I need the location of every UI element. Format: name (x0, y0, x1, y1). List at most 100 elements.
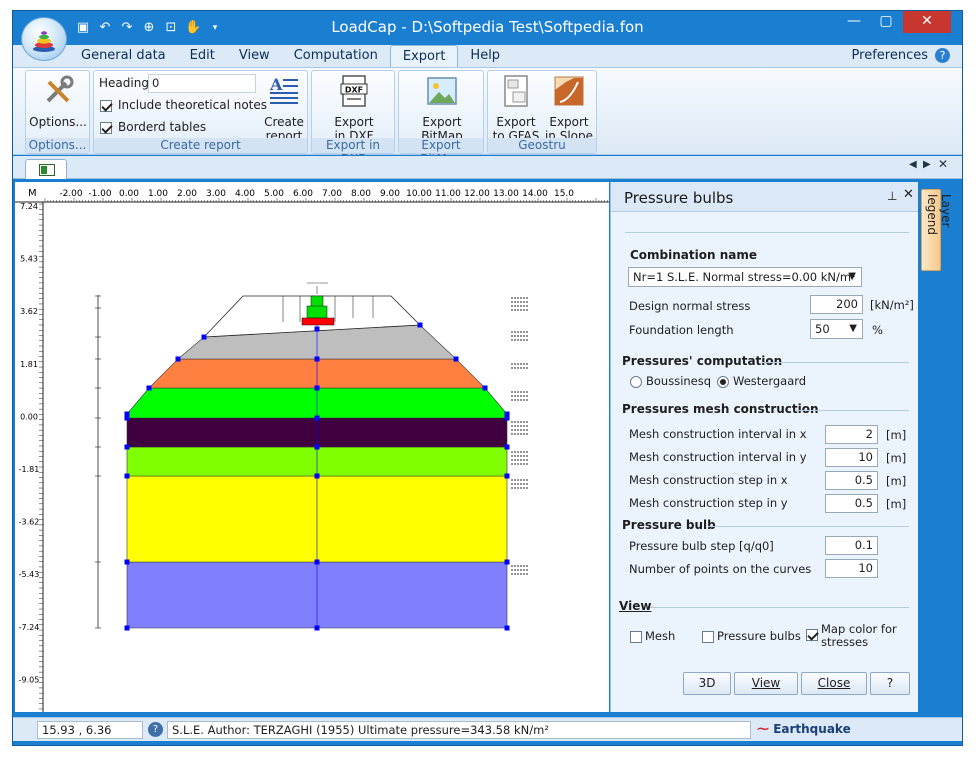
zoom-in-icon[interactable]: ⊕ (141, 20, 157, 36)
tab-edit[interactable]: Edit (178, 45, 227, 67)
close-button[interactable]: ✕ (903, 11, 951, 33)
tab-export[interactable]: Export (389, 45, 459, 67)
mesh-node[interactable] (482, 385, 488, 391)
create-report-button[interactable]: A Create report (262, 74, 306, 143)
foundation-base[interactable] (301, 317, 335, 326)
save-icon[interactable]: ▣ (75, 20, 91, 36)
export-slope-button[interactable]: Export in Slope (543, 74, 595, 143)
tab-general-data[interactable]: General data (69, 45, 178, 67)
mesh-node[interactable] (504, 473, 510, 479)
mesh-node[interactable] (314, 625, 320, 631)
mesh-node[interactable] (504, 559, 510, 565)
3d-button[interactable]: 3D (683, 672, 731, 695)
pin-icon[interactable]: ⊥ (887, 189, 897, 203)
divider (625, 232, 909, 233)
mesh-node[interactable] (504, 415, 510, 421)
bulb-row-input[interactable]: 10 (825, 559, 878, 578)
heading-input[interactable]: 0 (148, 74, 256, 93)
geostru-group-label: Geostru (488, 138, 596, 153)
mesh-node[interactable] (175, 356, 181, 362)
mesh-node[interactable] (314, 385, 320, 391)
x-ruler-label: 8.00 (351, 189, 371, 199)
mesh-node[interactable] (314, 473, 320, 479)
mesh-node[interactable] (314, 559, 320, 565)
design-stress-input[interactable]: 200 (810, 295, 863, 314)
mesh-row-input[interactable]: 10 (825, 448, 878, 467)
heading-label: Heading (99, 76, 149, 90)
mesh-node[interactable] (314, 415, 320, 421)
mesh-node[interactable] (417, 322, 423, 328)
export-bitmap-button[interactable]: Export BitMap (411, 74, 473, 143)
foundation-footing[interactable] (306, 305, 328, 319)
maximize-button[interactable]: ▢ (871, 11, 901, 33)
x-ruler-label: 9.00 (380, 189, 400, 199)
westergaard-radio[interactable]: Westergaard (717, 374, 806, 388)
drawing-canvas[interactable]: M -2.00 -1.00 0.00 1.00 2.00 3.00 4.00 5.00 6.00… (15, 182, 609, 712)
design-stress-label: Design normal stress (629, 299, 751, 313)
tab-help[interactable]: Help (458, 45, 512, 67)
foundation-length-label: Foundation length (629, 323, 734, 337)
tab-scroll-left-icon[interactable]: ◀ (909, 159, 917, 170)
undo-icon[interactable]: ↶ (97, 20, 113, 36)
mesh-node[interactable] (314, 444, 320, 450)
foundation-length-select[interactable]: 50 ▼ (810, 319, 863, 339)
help-icon[interactable]: ? (935, 48, 950, 63)
tab-close-icon[interactable]: ✕ (938, 157, 948, 171)
mesh-node[interactable] (314, 326, 320, 332)
mesh-node[interactable] (453, 356, 459, 362)
mesh-node[interactable] (504, 625, 510, 631)
bordered-tables-checkbox[interactable]: Borderd tables (100, 120, 206, 134)
mesh-row-input[interactable]: 0.5 (825, 471, 878, 490)
boussinesq-radio[interactable]: Boussinesq (630, 374, 711, 388)
status-message: S.L.E. Author: TERZAGHI (1955) Ultimate … (167, 721, 751, 739)
mesh-node[interactable] (124, 444, 130, 450)
mesh-row-input[interactable]: 2 (825, 425, 878, 444)
mesh-node[interactable] (124, 473, 130, 479)
zoom-window-icon[interactable]: ⊡ (163, 20, 179, 36)
mesh-node[interactable] (146, 385, 152, 391)
app-menu-button[interactable] (21, 17, 67, 61)
mesh-node[interactable] (201, 334, 207, 340)
options-button[interactable]: Options... (29, 74, 87, 129)
panel-header: Pressure bulbs ⊥ ✕ (611, 182, 918, 212)
layer-label-marks (511, 297, 529, 575)
close-panel-button[interactable]: Close (801, 672, 867, 695)
bulb-row-input[interactable]: 0.1 (825, 536, 878, 555)
soil-section-drawing[interactable]: M -2.00 -1.00 0.00 1.00 2.00 3.00 4.00 5.00 6.00… (15, 182, 609, 712)
qat-dropdown-icon[interactable]: ▾ (207, 20, 223, 36)
view-header: View (619, 599, 652, 613)
redo-icon[interactable]: ↷ (119, 20, 135, 36)
mesh-row-input[interactable]: 0.5 (825, 494, 878, 513)
x-ruler-label: 4.00 (235, 189, 255, 199)
pressure-bulbs-checkbox[interactable]: Pressure bulbs (702, 629, 801, 643)
mesh-node[interactable] (124, 559, 130, 565)
tab-computation[interactable]: Computation (282, 45, 390, 67)
divider (650, 607, 909, 608)
export-gfas-button[interactable]: Export to GFAS (491, 74, 541, 143)
panel-close-icon[interactable]: ✕ (903, 187, 914, 202)
minimize-button[interactable]: — (839, 11, 869, 33)
view-button[interactable]: View (734, 672, 798, 695)
pan-hand-icon[interactable]: ✋ (185, 20, 201, 36)
mesh-node[interactable] (504, 444, 510, 450)
mesh-checkbox[interactable]: Mesh (630, 629, 675, 643)
mesh-node[interactable] (314, 356, 320, 362)
export-dxf-button[interactable]: DXF Export in DXF (324, 74, 384, 143)
include-notes-checkbox[interactable]: Include theoretical notes (100, 98, 267, 112)
mesh-node[interactable] (124, 625, 130, 631)
quick-access-toolbar: ▣ ↶ ↷ ⊕ ⊡ ✋ ▾ (75, 20, 223, 36)
document-tab[interactable] (25, 159, 67, 179)
tab-scroll-right-icon[interactable]: ▶ (923, 159, 931, 170)
y-ruler-label: -5.43 (19, 570, 40, 579)
layer-legend-tab[interactable]: Layer legend (921, 189, 953, 271)
ribbon-tabs: General data Edit View Computation Expor… (69, 45, 512, 67)
y-ruler-label: -7.24 (19, 623, 40, 632)
mesh-node[interactable] (124, 415, 130, 421)
help-button[interactable]: ? (870, 672, 910, 695)
create-report-group: Heading 0 Include theoretical notes Bord… (93, 70, 308, 154)
bulb-row-label: Number of points on the curves (629, 562, 812, 576)
y-ruler-label: 1.81 (20, 360, 38, 369)
preferences-button[interactable]: Preferences (852, 48, 928, 63)
combination-select[interactable]: Nr=1 S.L.E. Normal stress=0.00 kN/m² ▼ (628, 267, 862, 287)
tab-view[interactable]: View (227, 45, 282, 67)
